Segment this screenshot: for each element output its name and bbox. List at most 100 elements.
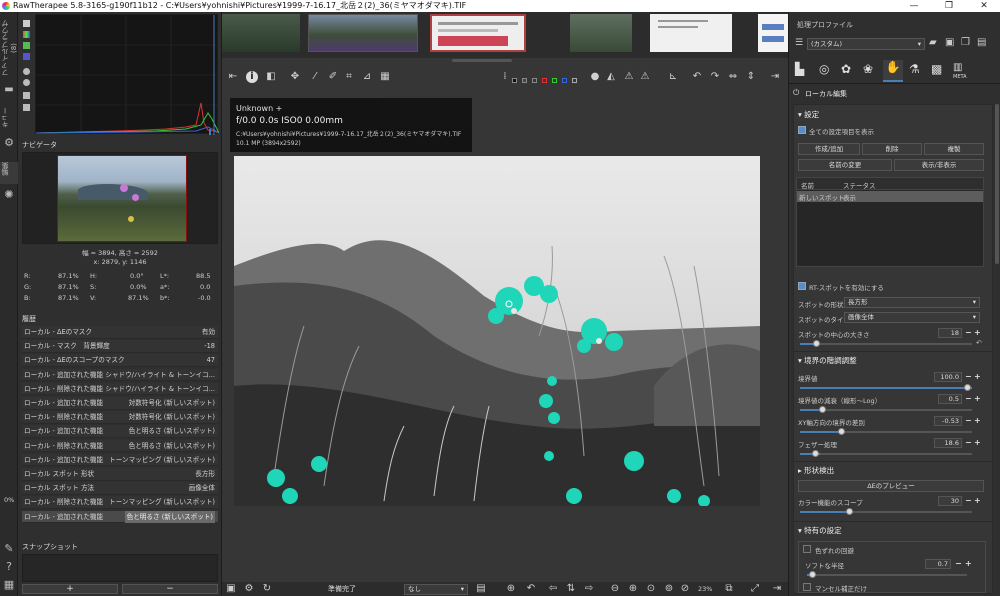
show-all-checkbox[interactable] (798, 126, 806, 134)
info-icon[interactable]: i (246, 71, 258, 83)
filmstrip-thumb[interactable] (430, 14, 526, 52)
scope-plus[interactable]: + (974, 496, 981, 505)
channel-white-icon[interactable] (532, 78, 537, 83)
delete-spot-button[interactable]: 削除 (862, 143, 922, 155)
clip-highlight-icon[interactable]: ⚠ (622, 70, 636, 84)
spot-row[interactable]: 新しいスポット 表示 (797, 191, 983, 202)
snapshot-add-button[interactable]: + (22, 584, 118, 594)
center-size-value[interactable]: 18 (938, 328, 962, 338)
hist-mode-icon[interactable] (23, 20, 30, 27)
prev-image-icon[interactable]: ⇦ (546, 582, 560, 596)
aperture-icon[interactable]: ✺ (0, 188, 18, 201)
external-editor-icon[interactable]: ↻ (260, 582, 274, 596)
channel-lum-icon[interactable] (572, 78, 577, 83)
soft-value[interactable]: 0.7 (925, 559, 951, 569)
flip-h-icon[interactable]: ⇔ (726, 70, 740, 84)
grid-icon[interactable]: ▦ (0, 578, 18, 591)
hide-right-panel-icon[interactable]: ⇥ (770, 582, 784, 596)
shape-select[interactable]: 長方形 ▾ (844, 297, 980, 308)
before-after-icon[interactable]: ◧ (264, 70, 278, 84)
power-icon[interactable]: ⏻ (793, 88, 799, 98)
zoom-out-icon[interactable]: ⊖ (608, 582, 622, 596)
clip-shadow-icon[interactable]: ◭ (604, 70, 618, 84)
save-icon[interactable]: ▣ (224, 582, 238, 596)
tab-advanced-icon[interactable]: ⚗ (909, 62, 920, 76)
filmstrip-thumb[interactable] (758, 14, 788, 52)
help-icon[interactable]: ? (0, 560, 18, 573)
hist-chroma-icon[interactable] (23, 79, 30, 86)
filmstrip-thumb[interactable] (650, 14, 732, 52)
history-row[interactable]: ローカル - 削除された機能 シャドウ/ハイライト & トーンイコ... (22, 382, 218, 396)
tab-detail-icon[interactable]: ✿ (841, 62, 851, 76)
history-row[interactable]: ローカル - 削除された機能 色と明るさ (新しいスポット) (22, 439, 218, 453)
scope-knob[interactable] (846, 508, 853, 515)
filmstrip-thumb[interactable] (222, 14, 300, 52)
close-button[interactable]: ✕ (970, 0, 998, 12)
history-row[interactable]: ローカル - 追加された機能 色と明るさ (新しいスポット) (22, 425, 218, 439)
open-profile-icon[interactable]: ▰ (929, 37, 937, 48)
straighten-icon[interactable]: ⊿ (360, 70, 374, 84)
feather-minus[interactable]: − (965, 438, 972, 447)
right-panel-scrollbar[interactable] (995, 104, 999, 264)
xy-minus[interactable]: − (965, 416, 972, 425)
center-size-knob[interactable] (813, 340, 820, 347)
boundary-knob[interactable] (964, 384, 971, 391)
color-picker-icon[interactable]: ✐ (326, 70, 340, 84)
pin-icon[interactable]: ✎ (0, 542, 18, 555)
copy-profile-icon[interactable]: ❐ (961, 37, 970, 48)
profile-select[interactable]: (カスタム) ▾ (807, 38, 925, 50)
scope-value[interactable]: 30 (938, 496, 962, 506)
boundary-plus[interactable]: + (974, 372, 981, 381)
feather-value[interactable]: 18.6 (934, 438, 962, 448)
preview-area[interactable]: Unknown + f/0.0 0.0s ISO0 0.00mm C:¥User… (222, 94, 788, 582)
hist-blue-icon[interactable] (23, 53, 30, 60)
history-row[interactable]: ローカル - 追加された機能 色と明るさ (新しいスポット) (22, 510, 218, 524)
reset-icon[interactable]: ↶ (976, 339, 982, 347)
filmstrip-thumb[interactable] (308, 14, 418, 52)
flip-v-icon[interactable]: ⇕ (744, 70, 758, 84)
xy-knob[interactable] (838, 428, 845, 435)
tab-queue[interactable]: キュー (0, 107, 18, 131)
channel-blue-icon[interactable] (562, 78, 567, 83)
history-row[interactable]: ローカル - 追加された機能 トーンマッピング (新しいスポット) (22, 453, 218, 467)
special-expander[interactable]: ▾ 特有の設定 (798, 525, 842, 536)
history-row[interactable]: ローカル - 削除された機能 トーンマッピング (新しいスポット) (22, 496, 218, 510)
zoom-in-icon[interactable]: ⊕ (626, 582, 640, 596)
showhide-spot-button[interactable]: 表示/非表示 (894, 159, 984, 171)
output-profile-select[interactable]: なし ▾ (404, 584, 468, 595)
rt-spot-checkbox[interactable] (798, 282, 806, 290)
shape-detect-expander[interactable]: ▸ 形状検出 (798, 465, 834, 476)
snapshot-list[interactable] (22, 554, 218, 582)
history-row[interactable]: ローカル - ΔEのスコープのマスク 47 (22, 354, 218, 368)
next-image-icon[interactable]: ⇨ (582, 582, 596, 596)
boundary-minus[interactable]: − (965, 372, 972, 381)
tab-color-icon[interactable]: ❀ (863, 62, 873, 76)
tab-favorites-icon[interactable]: ▙ (795, 62, 804, 76)
filmstrip-scrollbar[interactable] (452, 59, 512, 62)
feather-plus[interactable]: + (974, 438, 981, 447)
channel-green-icon[interactable] (552, 78, 557, 83)
rename-spot-button[interactable]: 名前の変更 (798, 159, 892, 171)
decay-minus[interactable]: − (965, 394, 972, 403)
center-size-track[interactable] (800, 343, 972, 345)
scope-minus[interactable]: − (965, 496, 972, 505)
save-profile-icon[interactable]: ▣ (945, 37, 954, 48)
minimize-button[interactable]: — (900, 0, 928, 12)
sync-icon[interactable]: ⇅ (564, 582, 578, 596)
decay-knob[interactable] (819, 406, 826, 413)
de-preview-button[interactable]: ΔEのプレビュー (798, 480, 984, 492)
history-row[interactable]: ローカル スポット 形状 長方形 (22, 468, 218, 481)
rotate-left-icon[interactable]: ↶ (690, 70, 704, 84)
settings-expander[interactable]: ▾ 設定 (798, 109, 819, 120)
rotate-right-icon[interactable]: ↷ (708, 70, 722, 84)
decay-plus[interactable]: + (974, 394, 981, 403)
soft-track[interactable] (807, 574, 967, 576)
hist-green-icon[interactable] (23, 42, 30, 49)
snapshot-remove-button[interactable]: − (122, 584, 218, 594)
history-row[interactable]: ローカル - マスク 背景輝度 -18 (22, 340, 218, 353)
gradient-expander[interactable]: ▾ 境界の階調調整 (798, 355, 857, 366)
center-size-plus[interactable]: + (974, 328, 981, 337)
tab-editor[interactable]: 編集 (0, 162, 18, 184)
navigator-thumbnail[interactable] (57, 155, 187, 242)
boundary-track[interactable] (800, 387, 972, 389)
